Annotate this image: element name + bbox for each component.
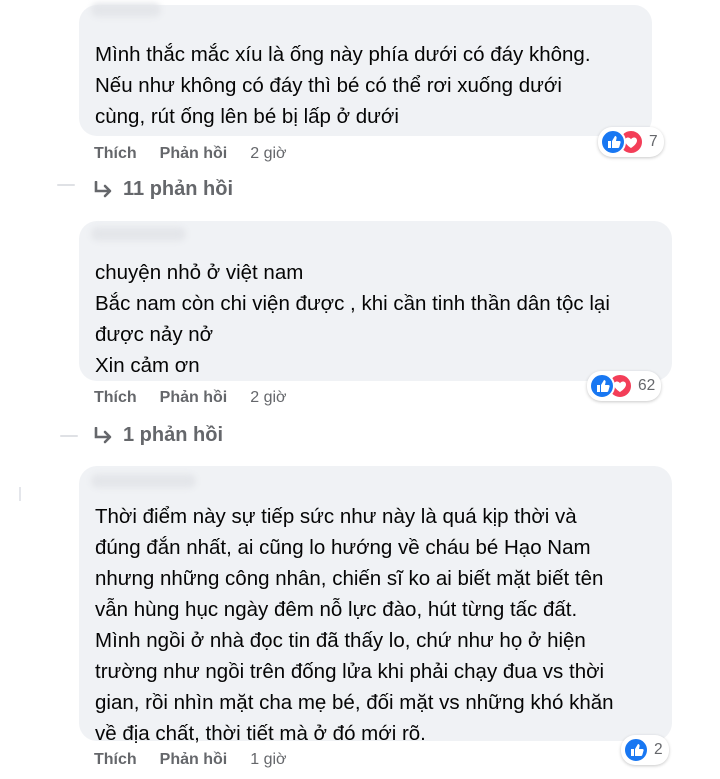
view-replies-link[interactable]: 1 phản hồi [93,424,223,447]
author-name-blurred [91,474,196,488]
reaction-summary[interactable]: 62 [587,371,662,401]
thread-connector [19,487,21,501]
reply-arrow-icon [94,180,112,197]
author-name-blurred [91,227,186,241]
comment-text-line: trường như ngồi trên đống lửa khi phải c… [95,660,605,683]
comment-text-line: Mình thắc mắc xíu là ống này phía dưới c… [95,43,591,66]
comment-text-line: Bắc nam còn chi viện được , khi cần tinh… [95,292,610,315]
author-name-blurred [91,3,161,17]
comment-actions: Thích Phản hồi 1 giờ [94,751,287,769]
thread-connector [60,435,78,437]
like-button[interactable]: Thích [94,389,137,407]
comment-timestamp[interactable]: 2 giờ [250,389,286,407]
replies-count-label: 11 phản hồi [123,178,234,200]
comment-text-line: Thời điểm này sự tiếp sức như này là quá… [95,505,577,528]
comment-actions: Thích Phản hồi 2 giờ [94,389,287,407]
comment-text-line: đúng đắn nhất, ai cũng lo hướng về cháu … [95,536,591,559]
reply-button[interactable]: Phản hồi [160,389,228,407]
thread-connector [57,184,75,186]
comment-bubble: Thời điểm này sự tiếp sức như này là quá… [79,466,672,745]
comment-text-line: vẫn hùng hục ngày đêm nỗ lực đào, hút từ… [95,598,578,621]
comment-text-line: chuyện nhỏ ở việt nam [95,261,304,284]
reaction-summary[interactable]: 2 [621,735,669,765]
like-reaction-icon [623,737,649,763]
comment-timestamp[interactable]: 1 giờ [250,751,286,769]
like-button[interactable]: Thích [94,751,137,769]
reply-button[interactable]: Phản hồi [160,751,228,769]
comment-text-line: cùng, rút ống lên bé bị lấp ở dưới [95,105,399,128]
like-reaction-icon [600,129,626,155]
reply-arrow-icon [94,426,112,443]
comment-text-line: về địa chất, thời tiết mà ở đó mới rõ. [95,722,426,745]
replies-count-label: 1 phản hồi [123,424,223,446]
comment-text-line: Nếu như không có đáy thì bé có thể rơi x… [95,74,562,97]
comment-bubble: chuyện nhỏ ở việt nam Bắc nam còn chi vi… [79,221,672,381]
like-button[interactable]: Thích [94,145,137,163]
comment-text-line: gian, rồi nhìn mặt cha mẹ bé, đối mặt vs… [95,691,614,714]
reply-button[interactable]: Phản hồi [160,145,228,163]
comment-timestamp[interactable]: 2 giờ [250,145,286,163]
reaction-count: 7 [649,133,658,150]
view-replies-link[interactable]: 11 phản hồi [93,178,233,201]
like-reaction-icon [589,373,615,399]
comment-text-line: được nảy nở [95,323,214,346]
reaction-count: 2 [654,741,663,758]
comment-text-line: Xin cảm ơn [95,354,200,377]
reaction-summary[interactable]: 7 [598,127,664,157]
comment-bubble: Mình thắc mắc xíu là ống này phía dưới c… [79,3,652,136]
comment-text-line: nhưng những công nhân, chiến sĩ ko ai bi… [95,567,604,590]
comment-text-line: Mình ngồi ở nhà đọc tin đã thấy lo, chứ … [95,629,586,652]
comment-actions: Thích Phản hồi 2 giờ [94,145,287,163]
reaction-count: 62 [638,377,656,394]
